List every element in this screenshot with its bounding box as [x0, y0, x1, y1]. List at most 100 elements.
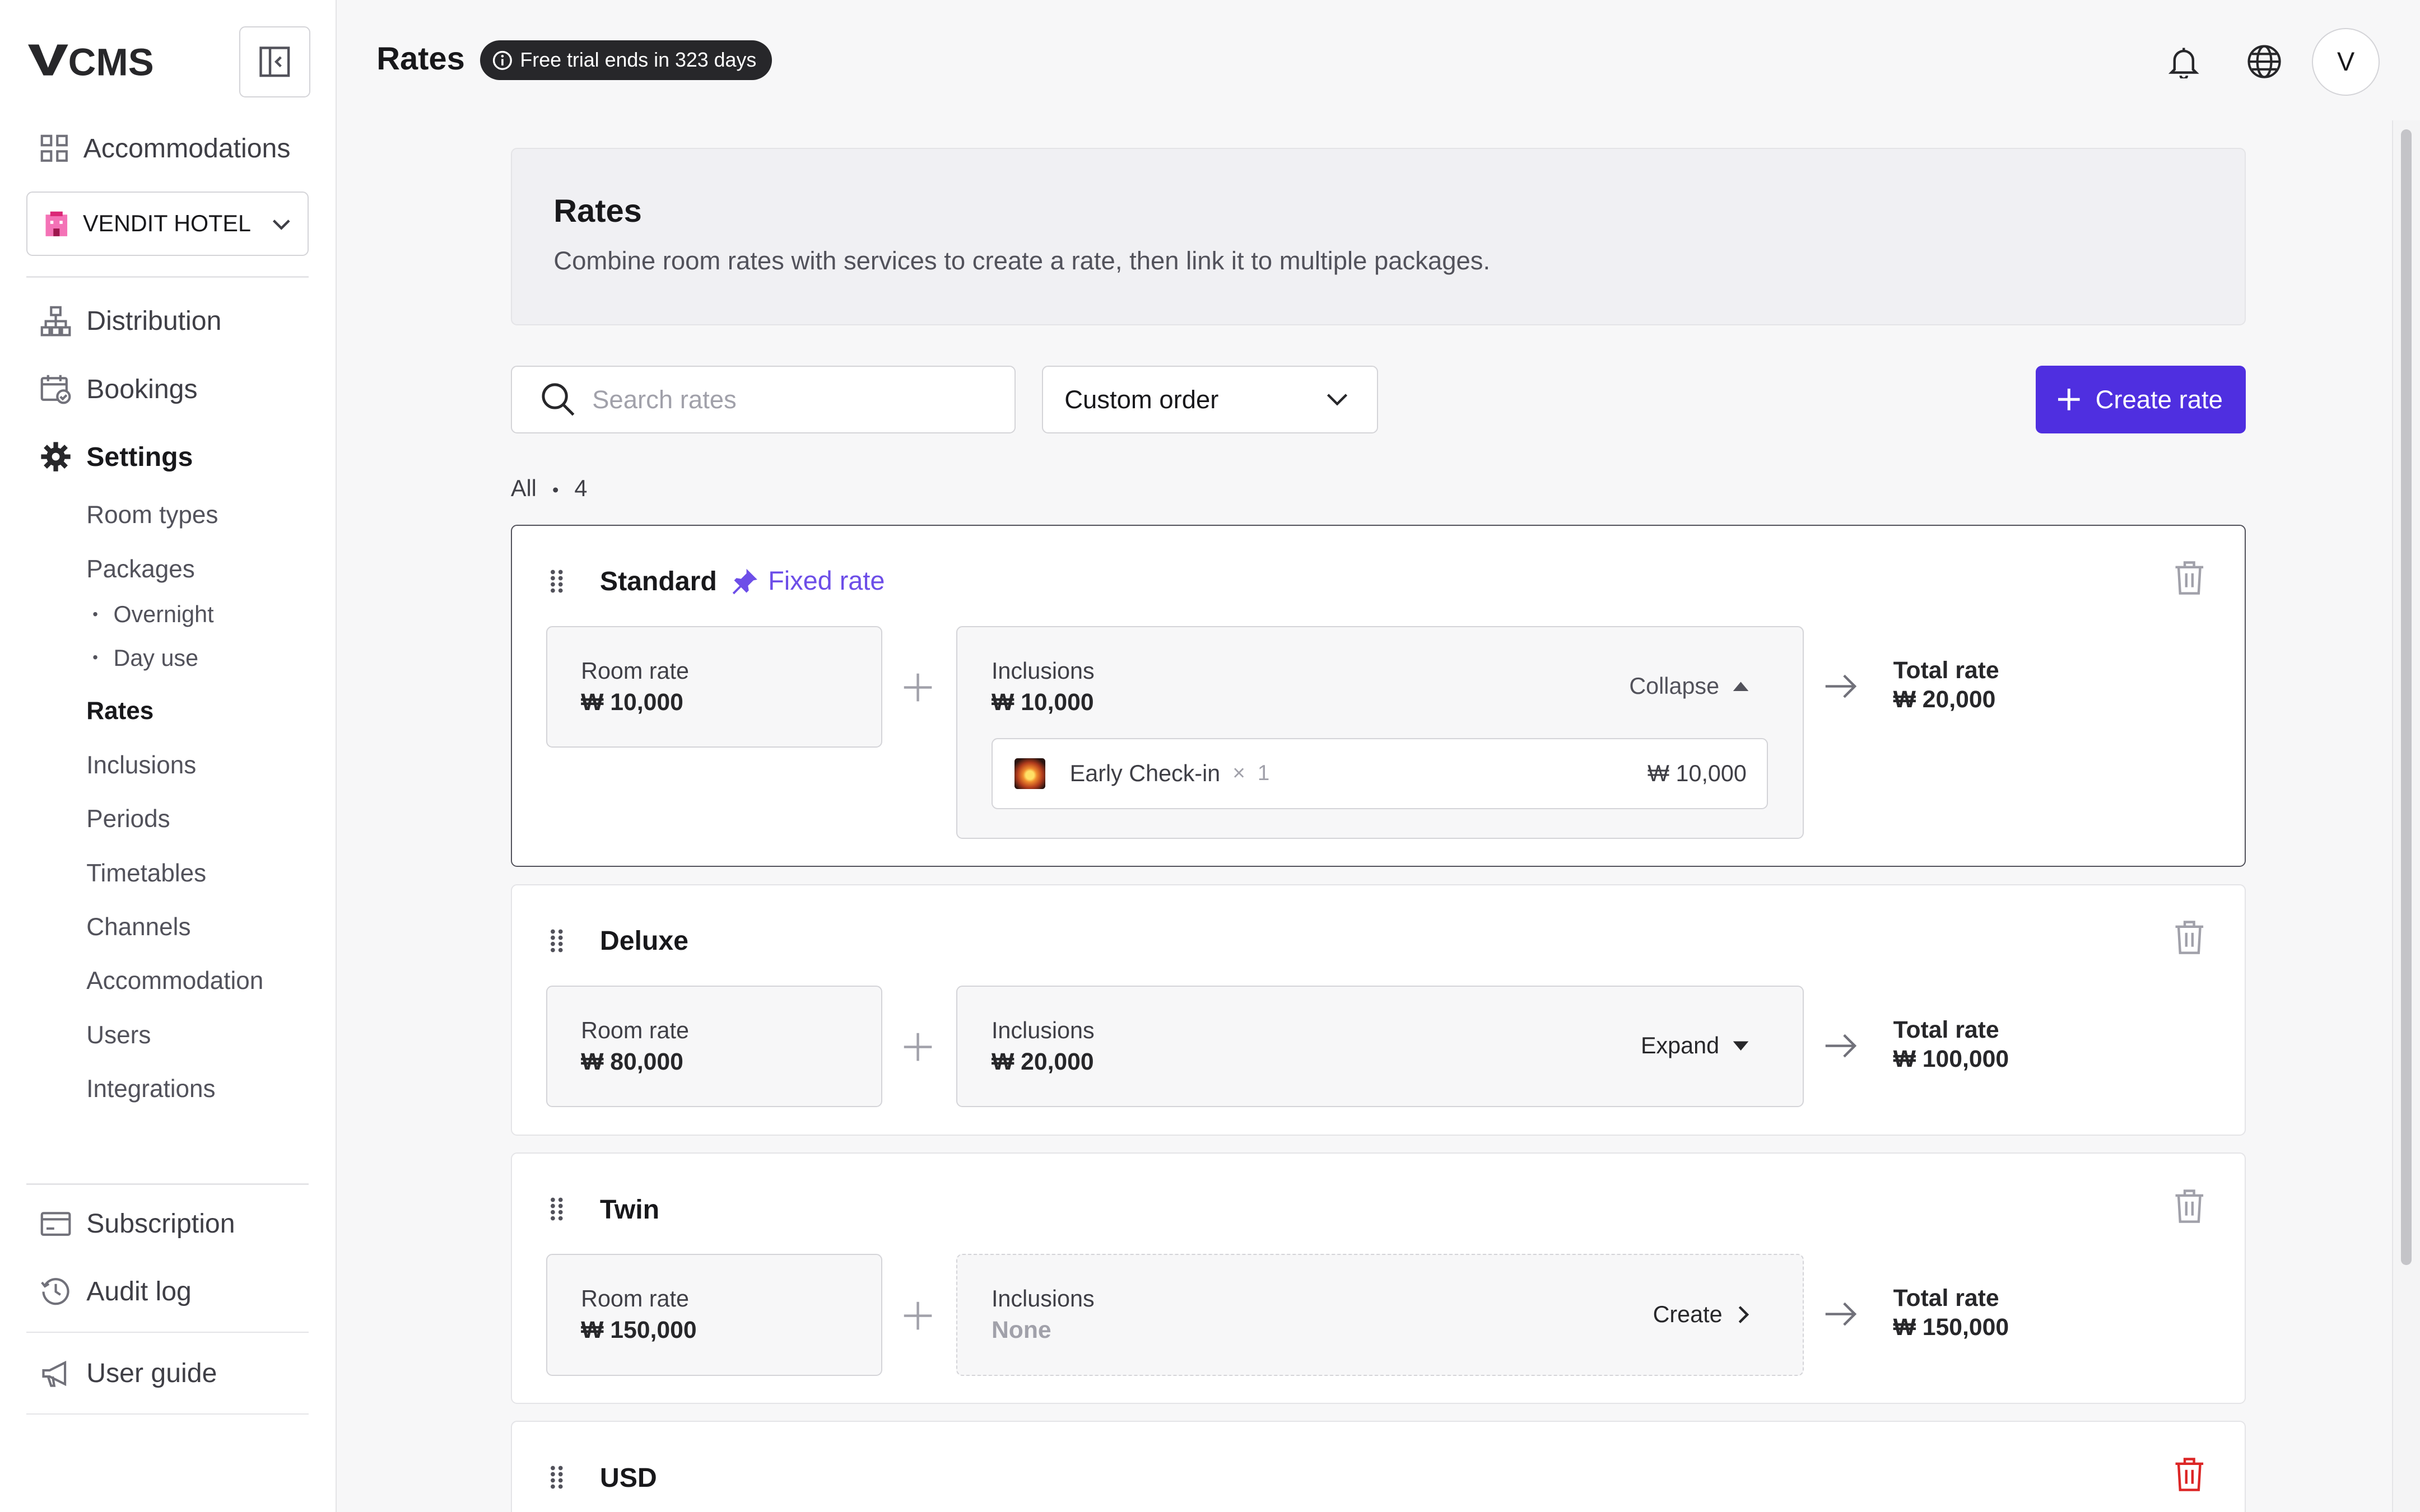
- hotel-name: VENDIT HOTEL: [82, 210, 251, 236]
- room-rate-label: Room rate: [581, 1017, 689, 1043]
- caret-down-icon: [1733, 1041, 1749, 1051]
- sidebar-subitem-rates[interactable]: Rates: [86, 697, 153, 725]
- calendar-check-icon: [40, 375, 71, 404]
- room-rate-box: Room rate ₩ 10,000: [546, 626, 883, 748]
- sidebar-item-label: Bookings: [86, 374, 198, 404]
- rate-card-usd[interactable]: USD: [510, 1421, 2246, 1512]
- trial-badge-text: Free trial ends in 323 days: [520, 48, 757, 71]
- trash-icon[interactable]: [2172, 559, 2207, 596]
- gear-icon: [41, 442, 71, 472]
- language-button[interactable]: [2240, 37, 2289, 86]
- count-label: All: [510, 475, 537, 501]
- caret-up-icon: [1733, 682, 1749, 692]
- sidebar-subitem-overnight[interactable]: Overnight: [92, 601, 214, 628]
- trash-icon[interactable]: [2172, 1188, 2207, 1225]
- total-rate-label: Total rate: [1893, 1285, 1999, 1312]
- create-rate-button[interactable]: Create rate: [2035, 365, 2246, 434]
- scrollbar-thumb[interactable]: [2401, 129, 2412, 1266]
- hotel-select[interactable]: VENDIT HOTEL: [26, 191, 309, 256]
- sidebar-item-subscription[interactable]: Subscription: [40, 1208, 235, 1239]
- total-rate-value: ₩ 20,000: [1893, 685, 1996, 713]
- inclusions-label: Inclusions: [991, 657, 1095, 684]
- sidebar-subitem-users[interactable]: Users: [86, 1021, 151, 1049]
- room-rate-value: ₩ 150,000: [581, 1317, 697, 1344]
- search-input[interactable]: [592, 385, 963, 414]
- inclusions-box: Inclusions ₩ 20,000 Expand: [956, 985, 1804, 1108]
- inclusion-item[interactable]: Early Check-in × 1 ₩ 10,000: [991, 738, 1768, 809]
- room-rate-value: ₩ 10,000: [581, 688, 683, 716]
- drag-handle-icon[interactable]: [549, 1465, 565, 1490]
- inclusion-name: Early Check-in: [1069, 760, 1221, 786]
- collapse-label: Collapse: [1629, 673, 1720, 699]
- inclusions-value: ₩ 20,000: [991, 1048, 1094, 1075]
- rate-card-deluxe[interactable]: Deluxe Room rate ₩ 80,000 Inclusions ₩ 2…: [510, 884, 2246, 1136]
- room-rate-label: Room rate: [581, 1286, 689, 1312]
- sitemap-icon: [40, 306, 71, 337]
- create-rate-label: Create rate: [2095, 385, 2223, 414]
- chevron-down-icon: [1327, 394, 1347, 406]
- inclusion-thumbnail: [1014, 758, 1045, 790]
- trash-icon[interactable]: [2172, 919, 2207, 956]
- inclusions-box: Inclusions None Create: [956, 1254, 1804, 1376]
- vcms-logo[interactable]: CMS: [27, 41, 167, 78]
- sidebar-subitem-channels[interactable]: Channels: [86, 913, 190, 941]
- page-title: Rates: [376, 40, 465, 77]
- notifications-button[interactable]: [2159, 37, 2208, 86]
- sidebar-item-bookings[interactable]: Bookings: [40, 374, 198, 405]
- sidebar-subitem-accommodation[interactable]: Accommodation: [86, 967, 263, 995]
- rate-card-standard[interactable]: Standard Fixed rate Room rate ₩ 10,000 I…: [510, 524, 2246, 867]
- inclusions-label: Inclusions: [991, 1017, 1095, 1043]
- drag-handle-icon[interactable]: [549, 928, 565, 953]
- grid-icon: [40, 134, 68, 162]
- plus-icon: [2058, 389, 2081, 410]
- drag-handle-icon[interactable]: [549, 1197, 565, 1221]
- sidebar-item-accommodations[interactable]: Accommodations: [40, 133, 291, 164]
- chevron-right-icon: [1738, 1305, 1749, 1323]
- trash-icon[interactable]: [2172, 1456, 2207, 1493]
- inclusion-price: ₩ 10,000: [1648, 760, 1747, 786]
- intro-description: Combine room rates with services to crea…: [553, 246, 1491, 276]
- bell-icon: [2168, 48, 2199, 79]
- sidebar-item-settings[interactable]: Settings: [40, 441, 193, 473]
- search-box[interactable]: [510, 365, 1016, 434]
- sidebar-subitem-timetables[interactable]: Timetables: [86, 860, 206, 888]
- drag-handle-icon[interactable]: [549, 569, 565, 594]
- scrollbar[interactable]: [2392, 120, 2420, 1512]
- sidebar-subitem-day-use[interactable]: Day use: [92, 645, 199, 671]
- sidebar-subitem-integrations[interactable]: Integrations: [86, 1075, 215, 1103]
- inclusion-qty: 1: [1257, 761, 1270, 786]
- order-select[interactable]: Custom order: [1041, 365, 1379, 434]
- sidebar-item-audit-log[interactable]: Audit log: [40, 1276, 192, 1307]
- collapse-button[interactable]: Collapse: [1629, 673, 1750, 699]
- plus-icon: [904, 1301, 932, 1330]
- expand-button[interactable]: Expand: [1641, 1033, 1750, 1059]
- sidebar-item-distribution[interactable]: Distribution: [40, 305, 221, 337]
- svg-text:CMS: CMS: [68, 41, 153, 78]
- create-inclusion-label: Create: [1653, 1301, 1723, 1327]
- rate-card-twin[interactable]: Twin Room rate ₩ 150,000 Inclusions None…: [510, 1152, 2246, 1404]
- collapse-sidebar-button[interactable]: [239, 26, 310, 97]
- total-rate-label: Total rate: [1893, 1016, 1999, 1043]
- sidebar-item-label: Accommodations: [83, 133, 291, 164]
- inclusions-box: Inclusions ₩ 10,000 Collapse Early Check…: [956, 626, 1804, 839]
- trial-badge: Free trial ends in 323 days: [480, 40, 772, 81]
- sidebar-item-label: User guide: [86, 1358, 217, 1389]
- sidebar-subitem-inclusions[interactable]: Inclusions: [86, 752, 196, 780]
- room-rate-label: Room rate: [581, 657, 689, 684]
- rate-name: Standard: [599, 566, 717, 597]
- fixed-rate-tag: Fixed rate: [731, 566, 885, 596]
- rate-name: USD: [599, 1462, 657, 1493]
- sidebar-subitem-periods[interactable]: Periods: [86, 805, 170, 833]
- total-rate-value: ₩ 100,000: [1893, 1045, 2009, 1072]
- plus-icon: [904, 1033, 932, 1061]
- inclusions-value: None: [991, 1317, 1051, 1344]
- sidebar-subitem-room-types[interactable]: Room types: [86, 501, 218, 529]
- create-inclusion-button[interactable]: Create: [1653, 1301, 1751, 1328]
- sidebar-item-user-guide[interactable]: User guide: [40, 1357, 217, 1389]
- sidebar-subitem-packages[interactable]: Packages: [86, 556, 195, 584]
- avatar[interactable]: V: [2311, 27, 2380, 96]
- count-sep: •: [552, 479, 559, 501]
- divider: [26, 1331, 309, 1333]
- total-rate-label: Total rate: [1893, 656, 1999, 684]
- arrow-right-icon: [1825, 674, 1856, 698]
